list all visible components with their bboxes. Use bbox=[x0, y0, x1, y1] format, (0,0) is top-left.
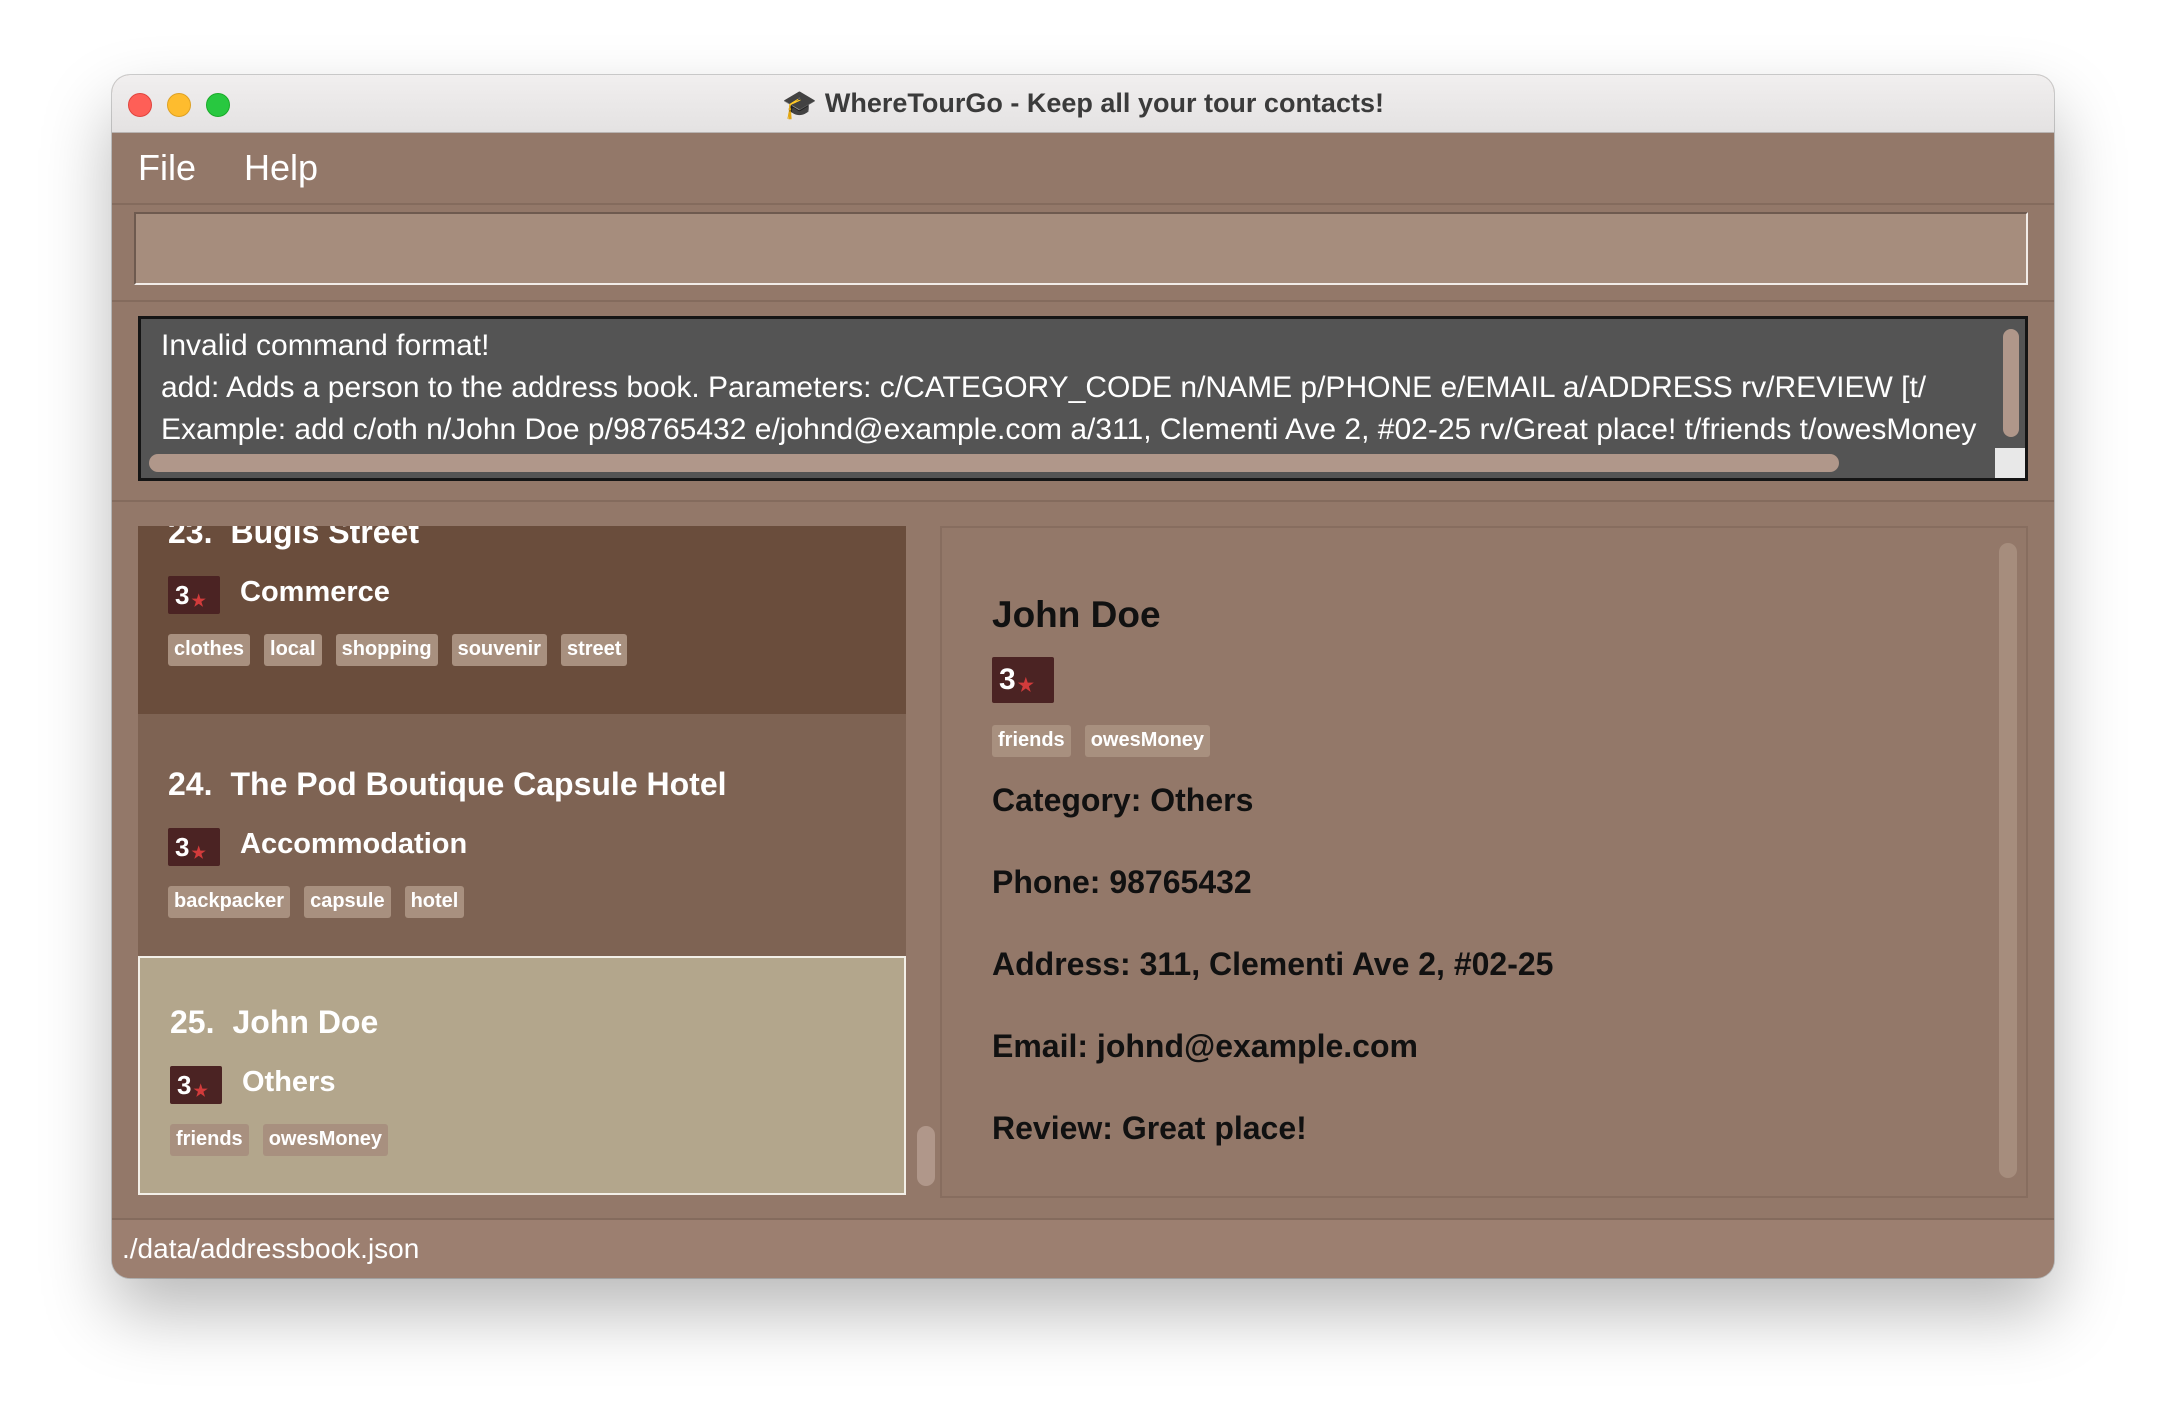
detail-tag-list: friends owesMoney bbox=[992, 725, 1211, 757]
scrollbar-corner bbox=[1995, 448, 2025, 478]
list-item-index: 24. bbox=[168, 766, 213, 802]
rating-badge: 3 ★ bbox=[168, 576, 220, 614]
tag: hotel bbox=[404, 886, 465, 918]
list-item-title: 23. Bugis Street bbox=[168, 526, 419, 551]
list-item-index: 23. bbox=[168, 526, 213, 550]
tag: backpacker bbox=[168, 886, 291, 918]
menu-bar: File Help bbox=[112, 133, 2054, 203]
list-item-category: Others bbox=[242, 1066, 336, 1098]
status-bar: ./data/addressbook.json bbox=[112, 1218, 2054, 1278]
data-file-path: ./data/addressbook.json bbox=[122, 1233, 420, 1264]
star-icon: ★ bbox=[191, 593, 206, 610]
tag: owesMoney bbox=[1084, 725, 1211, 757]
list-item-name: Bugis Street bbox=[230, 526, 419, 550]
result-vertical-scrollbar[interactable] bbox=[1995, 319, 2025, 449]
result-line: Example: add c/oth n/John Doe p/98765432… bbox=[161, 413, 1977, 446]
window-title-container: 🎓 WhereTourGo - Keep all your tour contac… bbox=[112, 75, 2054, 132]
list-item[interactable]: 23. Bugis Street 3 ★ Commerce clothes loca… bbox=[138, 526, 906, 714]
tag: friends bbox=[170, 1124, 249, 1156]
divider bbox=[112, 500, 2054, 502]
menu-help[interactable]: Help bbox=[244, 133, 318, 203]
list-item-title: 24. The Pod Boutique Capsule Hotel bbox=[168, 766, 727, 803]
list-item-index: 25. bbox=[170, 1004, 215, 1040]
app-window: 🎓 WhereTourGo - Keep all your tour contac… bbox=[112, 75, 2054, 1278]
detail-category: Category: Others bbox=[992, 782, 1254, 818]
star-icon: ★ bbox=[193, 1083, 208, 1100]
result-horizontal-scrollbar[interactable] bbox=[141, 448, 1995, 478]
detail-name: John Doe bbox=[992, 594, 1161, 635]
result-display[interactable]: Invalid command format! add: Adds a pers… bbox=[138, 316, 2028, 481]
detail-address: Address: 311, Clementi Ave 2, #02-25 bbox=[992, 946, 1554, 982]
result-line: Invalid command format! bbox=[161, 329, 490, 362]
list-item-title: 25. John Doe bbox=[170, 1004, 378, 1041]
rating-value: 3 bbox=[175, 832, 190, 862]
tag: capsule bbox=[304, 886, 391, 918]
detail-phone: Phone: 98765432 bbox=[992, 864, 1252, 900]
graduation-cap-icon: 🎓 bbox=[782, 89, 817, 120]
list-item-name: The Pod Boutique Capsule Hotel bbox=[230, 766, 727, 802]
tag: owesMoney bbox=[262, 1124, 389, 1156]
title-bar: 🎓 WhereTourGo - Keep all your tour contac… bbox=[112, 75, 2054, 133]
tag-list: backpacker capsule hotel bbox=[168, 886, 465, 918]
tag: shopping bbox=[335, 634, 438, 666]
rating-badge: 3 ★ bbox=[168, 828, 220, 866]
window-title: WhereTourGo - Keep all your tour contact… bbox=[824, 88, 1384, 118]
divider bbox=[112, 203, 2054, 205]
list-item-category: Accommodation bbox=[240, 828, 468, 860]
tag: souvenir bbox=[451, 634, 547, 666]
result-vertical-scroll-thumb[interactable] bbox=[2003, 329, 2019, 437]
star-icon: ★ bbox=[1017, 675, 1034, 695]
result-line: add: Adds a person to the address book. … bbox=[161, 371, 1927, 404]
place-list: 23. Bugis Street 3 ★ Commerce clothes loca… bbox=[138, 526, 906, 1195]
divider bbox=[112, 300, 2054, 302]
detail-review: Review: Great place! bbox=[992, 1110, 1307, 1146]
list-scroll-thumb[interactable] bbox=[917, 1126, 935, 1186]
rating-value: 3 bbox=[177, 1070, 192, 1100]
star-icon: ★ bbox=[191, 845, 206, 862]
list-item-name: John Doe bbox=[232, 1004, 379, 1040]
tag: street bbox=[560, 634, 628, 666]
tag-list: clothes local shopping souvenir street bbox=[168, 634, 628, 666]
tag-list: friends owesMoney bbox=[170, 1124, 389, 1156]
detail-rating-badge: 3 ★ bbox=[992, 657, 1054, 703]
list-item-selected[interactable]: 25. John Doe 3 ★ Others friends owesMoney bbox=[138, 956, 906, 1195]
rating-badge: 3 ★ bbox=[170, 1066, 222, 1104]
tag: friends bbox=[992, 725, 1071, 757]
rating-value: 3 bbox=[175, 580, 190, 610]
detail-rating-value: 3 bbox=[999, 663, 1016, 696]
menu-file[interactable]: File bbox=[138, 133, 196, 203]
detail-panel: John Doe 3 ★ friends owesMoney Category: … bbox=[940, 526, 2028, 1198]
list-item-category: Commerce bbox=[240, 576, 390, 608]
list-scrollbar[interactable] bbox=[911, 526, 941, 1195]
detail-scrollbar[interactable] bbox=[1999, 543, 2017, 1178]
detail-email: Email: johnd@example.com bbox=[992, 1028, 1418, 1064]
result-horizontal-scroll-thumb[interactable] bbox=[149, 454, 1839, 472]
tag: clothes bbox=[168, 634, 251, 666]
command-input[interactable] bbox=[134, 212, 2028, 285]
result-text: Invalid command format! add: Adds a pers… bbox=[161, 325, 1991, 451]
list-item[interactable]: 24. The Pod Boutique Capsule Hotel 3 ★ Acc… bbox=[138, 714, 906, 956]
tag: local bbox=[264, 634, 322, 666]
